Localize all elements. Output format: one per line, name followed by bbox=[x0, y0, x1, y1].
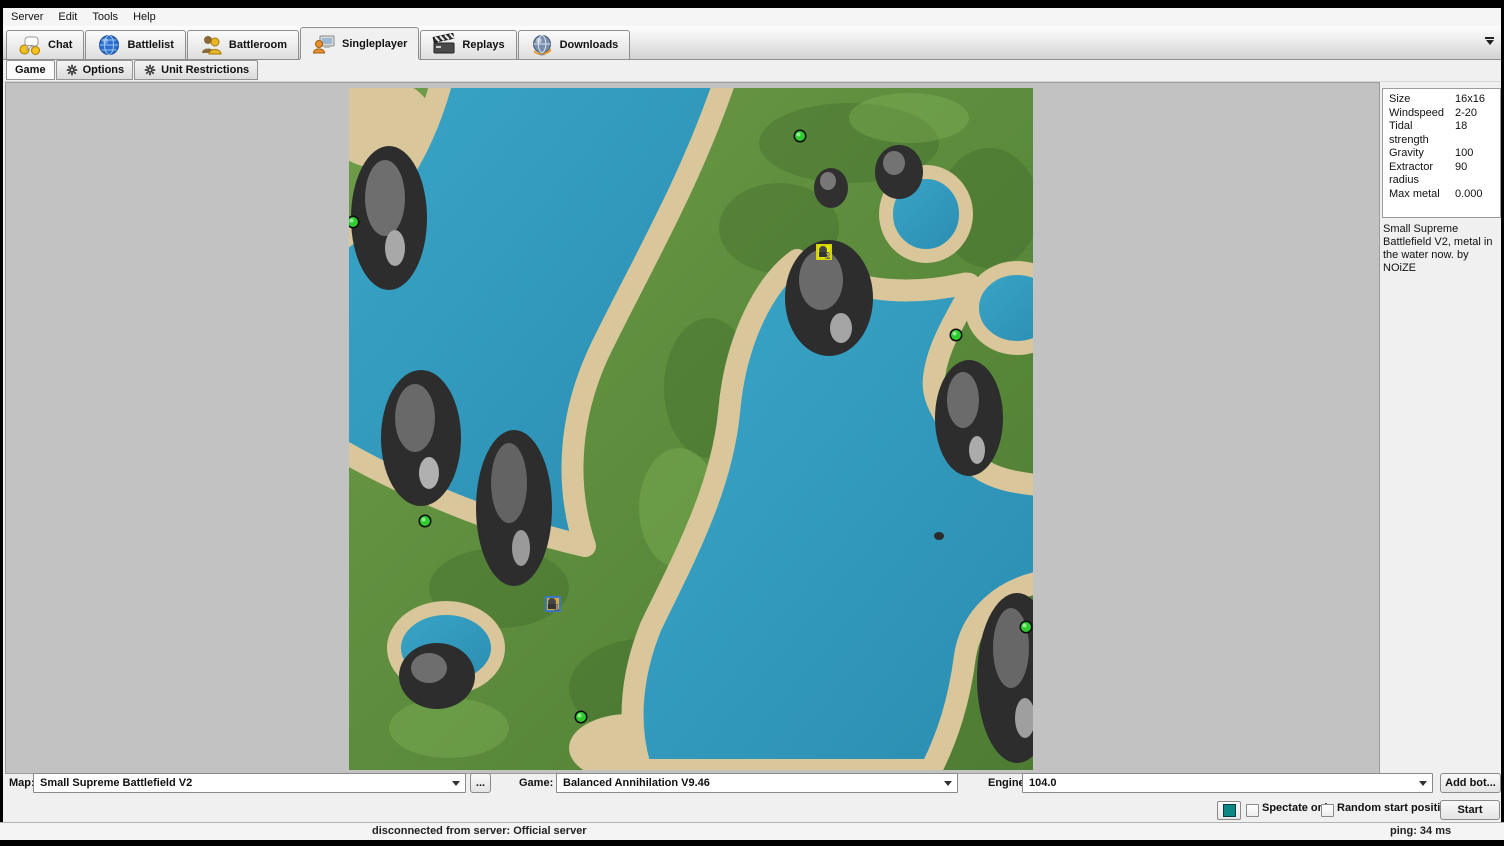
map-info-row: Max metal0.000 bbox=[1383, 188, 1500, 202]
map-info-value: 18 bbox=[1455, 120, 1494, 147]
map-info-value: 0.000 bbox=[1455, 188, 1494, 202]
menu-tools[interactable]: Tools bbox=[86, 9, 127, 25]
battle-setup-panel: 21 Size16x16Windspeed2-20Tidal strength1… bbox=[3, 82, 1501, 774]
menu-edit[interactable]: Edit bbox=[52, 9, 86, 25]
player-color-swatch bbox=[1223, 804, 1236, 817]
subtab-options[interactable]: Options bbox=[56, 60, 134, 80]
menu-help[interactable]: Help bbox=[127, 9, 165, 25]
sub-tab-bar: Game Options Unit Restrictions bbox=[3, 60, 1501, 82]
map-info-row: Windspeed2-20 bbox=[1383, 107, 1500, 121]
globe-icon bbox=[97, 33, 121, 57]
globe-download-icon bbox=[530, 33, 554, 57]
chevron-down-icon bbox=[944, 781, 952, 790]
subtab-unit-restrictions[interactable]: Unit Restrictions bbox=[134, 60, 258, 80]
tab-label: Battlelist bbox=[127, 39, 173, 51]
tab-label: Downloads bbox=[560, 39, 619, 51]
subtab-label: Options bbox=[83, 64, 125, 76]
chevron-down-icon[interactable] bbox=[1485, 37, 1494, 49]
map-info-row: Size16x16 bbox=[1383, 93, 1500, 107]
clapperboard-icon bbox=[432, 33, 456, 57]
person-computer-icon bbox=[312, 32, 336, 56]
tab-replays[interactable]: Replays bbox=[420, 30, 516, 59]
map-info-label: Tidal strength bbox=[1389, 120, 1455, 147]
player-color-button[interactable] bbox=[1217, 801, 1241, 820]
tab-singleplayer[interactable]: Singleplayer bbox=[300, 27, 419, 59]
map-info-label: Size bbox=[1389, 93, 1455, 107]
menu-bar: ServerEditToolsHelp bbox=[3, 8, 1501, 26]
map-preview-area: 21 bbox=[5, 82, 1380, 774]
game-select-value: Balanced Annihilation V9.46 bbox=[563, 777, 710, 789]
spectate-only-checkbox[interactable] bbox=[1246, 804, 1259, 817]
tab-battleroom[interactable]: Battleroom bbox=[187, 30, 299, 59]
map-info-label: Max metal bbox=[1389, 188, 1455, 202]
map-select-value: Small Supreme Battlefield V2 bbox=[40, 777, 192, 789]
map-browse-button[interactable]: ... bbox=[470, 773, 491, 793]
users-icon bbox=[199, 33, 223, 57]
menu-server[interactable]: Server bbox=[5, 9, 52, 25]
ping-status: ping: 34 ms bbox=[1390, 825, 1451, 837]
map-info-row: Gravity100 bbox=[1383, 147, 1500, 161]
tab-chat[interactable]: Chat bbox=[6, 30, 84, 59]
start-options-row: Spectate only Random start positions Sta… bbox=[3, 797, 1501, 821]
battle-options-row: Map: Small Supreme Battlefield V2 ... Ga… bbox=[3, 772, 1501, 796]
map-info-value: 90 bbox=[1455, 161, 1494, 188]
map-select[interactable]: Small Supreme Battlefield V2 bbox=[33, 773, 466, 793]
tab-label: Replays bbox=[462, 39, 504, 51]
start-button[interactable]: Start bbox=[1440, 800, 1500, 820]
chevron-down-icon bbox=[452, 781, 460, 790]
chevron-down-icon bbox=[1419, 781, 1427, 790]
map-info-row: Tidal strength18 bbox=[1383, 120, 1500, 147]
tab-battlelist[interactable]: Battlelist bbox=[85, 30, 185, 59]
map-preview[interactable]: 21 bbox=[349, 88, 1033, 770]
map-terrain-image bbox=[349, 88, 1033, 770]
map-info-row: Extractor radius90 bbox=[1383, 161, 1500, 188]
map-description: Small Supreme Battlefield V2, metal in t… bbox=[1383, 223, 1501, 275]
gear-icon bbox=[143, 63, 157, 77]
engine-select-value: 104.0 bbox=[1029, 777, 1057, 789]
tab-label: Singleplayer bbox=[342, 38, 407, 50]
map-info-label: Windspeed bbox=[1389, 107, 1455, 121]
chat-icon bbox=[18, 33, 42, 57]
tab-label: Battleroom bbox=[229, 39, 287, 51]
subtab-game[interactable]: Game bbox=[6, 60, 55, 80]
subtab-label: Unit Restrictions bbox=[161, 64, 249, 76]
map-info-value: 16x16 bbox=[1455, 93, 1494, 107]
engine-select[interactable]: 104.0 bbox=[1022, 773, 1433, 793]
map-label: Map: bbox=[9, 777, 35, 789]
game-select[interactable]: Balanced Annihilation V9.46 bbox=[556, 773, 958, 793]
status-bar: disconnected from server: Official serve… bbox=[0, 822, 1504, 840]
connection-status: disconnected from server: Official serve… bbox=[372, 825, 587, 837]
lobby-window: ServerEditToolsHelp Chat Battlelist Battle… bbox=[3, 8, 1501, 822]
map-info-label: Gravity bbox=[1389, 147, 1455, 161]
map-info-label: Extractor radius bbox=[1389, 161, 1455, 188]
main-tab-bar: Chat Battlelist Battleroom Singleplayer Repl… bbox=[3, 26, 1501, 60]
subtab-label: Game bbox=[15, 64, 46, 76]
desktop: { "menu": {"items": [ {"label": "Server"… bbox=[0, 0, 1504, 846]
gear-icon bbox=[65, 63, 79, 77]
map-info-value: 2-20 bbox=[1455, 107, 1494, 121]
map-info-value: 100 bbox=[1455, 147, 1494, 161]
add-bot-button[interactable]: Add bot... bbox=[1440, 773, 1501, 793]
map-info-panel: Size16x16Windspeed2-20Tidal strength18Gr… bbox=[1382, 88, 1501, 218]
tab-downloads[interactable]: Downloads bbox=[518, 30, 631, 59]
tab-label: Chat bbox=[48, 39, 72, 51]
random-start-positions-checkbox[interactable] bbox=[1321, 804, 1334, 817]
game-label: Game: bbox=[519, 777, 553, 789]
